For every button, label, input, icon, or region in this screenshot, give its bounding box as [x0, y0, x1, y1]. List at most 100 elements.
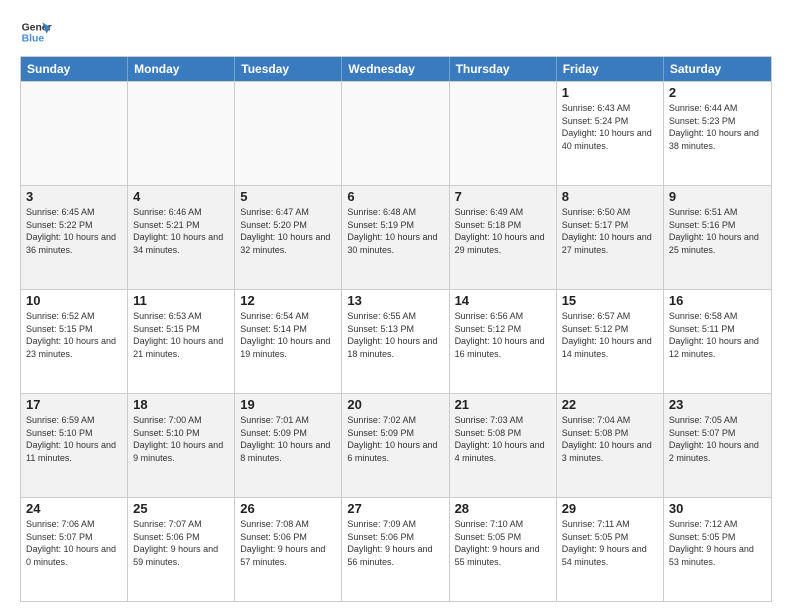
cell-text: Sunrise: 6:57 AM Sunset: 5:12 PM Dayligh… — [562, 310, 658, 360]
calendar-cell: 6 Sunrise: 6:48 AM Sunset: 5:19 PM Daylig… — [342, 186, 449, 289]
calendar-cell: 2 Sunrise: 6:44 AM Sunset: 5:23 PM Daylig… — [664, 82, 771, 185]
calendar-cell: 30Sunrise: 7:12 AM Sunset: 5:05 PM Dayli… — [664, 498, 771, 601]
day-number: 27 — [347, 501, 443, 516]
day-number: 29 — [562, 501, 658, 516]
calendar-cell: 24Sunrise: 7:06 AM Sunset: 5:07 PM Dayli… — [21, 498, 128, 601]
calendar-cell: 5 Sunrise: 6:47 AM Sunset: 5:20 PM Daylig… — [235, 186, 342, 289]
day-number: 2 — [669, 85, 766, 100]
day-number: 28 — [455, 501, 551, 516]
day-number: 14 — [455, 293, 551, 308]
cell-text: Sunrise: 6:51 AM Sunset: 5:16 PM Dayligh… — [669, 206, 766, 256]
calendar-cell: 22 Sunrise: 7:04 AM Sunset: 5:08 PM Dayli… — [557, 394, 664, 497]
day-number: 5 — [240, 189, 336, 204]
calendar-cell: 29 Sunrise: 7:11 AM Sunset: 5:05 PM Dayli… — [557, 498, 664, 601]
header-cell-friday: Friday — [557, 57, 664, 81]
calendar-cell: 4 Sunrise: 6:46 AM Sunset: 5:21 PM Daylig… — [128, 186, 235, 289]
day-number: 4 — [133, 189, 229, 204]
calendar-cell: 3Sunrise: 6:45 AM Sunset: 5:22 PM Daylig… — [21, 186, 128, 289]
calendar-row-2: 3Sunrise: 6:45 AM Sunset: 5:22 PM Daylig… — [21, 185, 771, 289]
cell-text: Sunrise: 6:48 AM Sunset: 5:19 PM Dayligh… — [347, 206, 443, 256]
day-number: 3 — [26, 189, 122, 204]
day-number: 12 — [240, 293, 336, 308]
day-number: 6 — [347, 189, 443, 204]
calendar-cell: 11 Sunrise: 6:53 AM Sunset: 5:15 PM Dayli… — [128, 290, 235, 393]
calendar-header: SundayMondayTuesdayWednesdayThursdayFrid… — [21, 57, 771, 81]
cell-text: Sunrise: 7:10 AM Sunset: 5:05 PM Dayligh… — [455, 518, 551, 568]
cell-text: Sunrise: 6:53 AM Sunset: 5:15 PM Dayligh… — [133, 310, 229, 360]
day-number: 26 — [240, 501, 336, 516]
header-cell-wednesday: Wednesday — [342, 57, 449, 81]
cell-text: Sunrise: 6:54 AM Sunset: 5:14 PM Dayligh… — [240, 310, 336, 360]
header-cell-sunday: Sunday — [21, 57, 128, 81]
calendar-cell: 15 Sunrise: 6:57 AM Sunset: 5:12 PM Dayli… — [557, 290, 664, 393]
day-number: 20 — [347, 397, 443, 412]
day-number: 13 — [347, 293, 443, 308]
logo-icon: General Blue — [20, 16, 52, 48]
calendar-cell: 8Sunrise: 6:50 AM Sunset: 5:17 PM Daylig… — [557, 186, 664, 289]
cell-text: Sunrise: 7:03 AM Sunset: 5:08 PM Dayligh… — [455, 414, 551, 464]
day-number: 23 — [669, 397, 766, 412]
day-number: 25 — [133, 501, 229, 516]
logo: General Blue — [20, 16, 52, 48]
cell-text: Sunrise: 6:56 AM Sunset: 5:12 PM Dayligh… — [455, 310, 551, 360]
day-number: 22 — [562, 397, 658, 412]
calendar-cell — [128, 82, 235, 185]
cell-text: Sunrise: 7:08 AM Sunset: 5:06 PM Dayligh… — [240, 518, 336, 568]
day-number: 19 — [240, 397, 336, 412]
cell-text: Sunrise: 6:46 AM Sunset: 5:21 PM Dayligh… — [133, 206, 229, 256]
calendar-cell: 20 Sunrise: 7:02 AM Sunset: 5:09 PM Dayli… — [342, 394, 449, 497]
header-cell-tuesday: Tuesday — [235, 57, 342, 81]
cell-text: Sunrise: 7:06 AM Sunset: 5:07 PM Dayligh… — [26, 518, 122, 568]
header-cell-monday: Monday — [128, 57, 235, 81]
calendar-cell: 9 Sunrise: 6:51 AM Sunset: 5:16 PM Daylig… — [664, 186, 771, 289]
cell-text: Sunrise: 6:52 AM Sunset: 5:15 PM Dayligh… — [26, 310, 122, 360]
calendar-cell — [450, 82, 557, 185]
day-number: 9 — [669, 189, 766, 204]
calendar-cell: 14 Sunrise: 6:56 AM Sunset: 5:12 PM Dayli… — [450, 290, 557, 393]
day-number: 16 — [669, 293, 766, 308]
cell-text: Sunrise: 6:47 AM Sunset: 5:20 PM Dayligh… — [240, 206, 336, 256]
cell-text: Sunrise: 6:44 AM Sunset: 5:23 PM Dayligh… — [669, 102, 766, 152]
calendar-cell: 1 Sunrise: 6:43 AM Sunset: 5:24 PM Daylig… — [557, 82, 664, 185]
calendar-cell — [21, 82, 128, 185]
calendar-cell: 13 Sunrise: 6:55 AM Sunset: 5:13 PM Dayli… — [342, 290, 449, 393]
calendar: SundayMondayTuesdayWednesdayThursdayFrid… — [20, 56, 772, 602]
calendar-row-5: 24Sunrise: 7:06 AM Sunset: 5:07 PM Dayli… — [21, 497, 771, 601]
cell-text: Sunrise: 6:55 AM Sunset: 5:13 PM Dayligh… — [347, 310, 443, 360]
calendar-cell: 28 Sunrise: 7:10 AM Sunset: 5:05 PM Dayli… — [450, 498, 557, 601]
cell-text: Sunrise: 7:02 AM Sunset: 5:09 PM Dayligh… — [347, 414, 443, 464]
cell-text: Sunrise: 7:00 AM Sunset: 5:10 PM Dayligh… — [133, 414, 229, 464]
calendar-cell: 25 Sunrise: 7:07 AM Sunset: 5:06 PM Dayli… — [128, 498, 235, 601]
page: General Blue SundayMondayTuesdayWednesda… — [0, 0, 792, 612]
day-number: 17 — [26, 397, 122, 412]
cell-text: Sunrise: 6:43 AM Sunset: 5:24 PM Dayligh… — [562, 102, 658, 152]
day-number: 18 — [133, 397, 229, 412]
cell-text: Sunrise: 7:01 AM Sunset: 5:09 PM Dayligh… — [240, 414, 336, 464]
day-number: 15 — [562, 293, 658, 308]
cell-text: Sunrise: 7:09 AM Sunset: 5:06 PM Dayligh… — [347, 518, 443, 568]
day-number: 11 — [133, 293, 229, 308]
day-number: 30 — [669, 501, 766, 516]
cell-text: Sunrise: 7:11 AM Sunset: 5:05 PM Dayligh… — [562, 518, 658, 568]
calendar-body: 1 Sunrise: 6:43 AM Sunset: 5:24 PM Daylig… — [21, 81, 771, 601]
cell-text: Sunrise: 7:04 AM Sunset: 5:08 PM Dayligh… — [562, 414, 658, 464]
calendar-cell: 19 Sunrise: 7:01 AM Sunset: 5:09 PM Dayli… — [235, 394, 342, 497]
cell-text: Sunrise: 7:07 AM Sunset: 5:06 PM Dayligh… — [133, 518, 229, 568]
day-number: 7 — [455, 189, 551, 204]
cell-text: Sunrise: 6:49 AM Sunset: 5:18 PM Dayligh… — [455, 206, 551, 256]
calendar-cell — [342, 82, 449, 185]
day-number: 10 — [26, 293, 122, 308]
calendar-cell: 17Sunrise: 6:59 AM Sunset: 5:10 PM Dayli… — [21, 394, 128, 497]
calendar-cell: 12 Sunrise: 6:54 AM Sunset: 5:14 PM Dayli… — [235, 290, 342, 393]
calendar-row-4: 17Sunrise: 6:59 AM Sunset: 5:10 PM Dayli… — [21, 393, 771, 497]
header-cell-saturday: Saturday — [664, 57, 771, 81]
day-number: 1 — [562, 85, 658, 100]
header-cell-thursday: Thursday — [450, 57, 557, 81]
calendar-cell: 23 Sunrise: 7:05 AM Sunset: 5:07 PM Dayli… — [664, 394, 771, 497]
calendar-row-1: 1 Sunrise: 6:43 AM Sunset: 5:24 PM Daylig… — [21, 81, 771, 185]
calendar-cell: 26 Sunrise: 7:08 AM Sunset: 5:06 PM Dayli… — [235, 498, 342, 601]
cell-text: Sunrise: 7:05 AM Sunset: 5:07 PM Dayligh… — [669, 414, 766, 464]
calendar-cell: 21Sunrise: 7:03 AM Sunset: 5:08 PM Dayli… — [450, 394, 557, 497]
header: General Blue — [20, 16, 772, 48]
calendar-row-3: 10 Sunrise: 6:52 AM Sunset: 5:15 PM Dayli… — [21, 289, 771, 393]
